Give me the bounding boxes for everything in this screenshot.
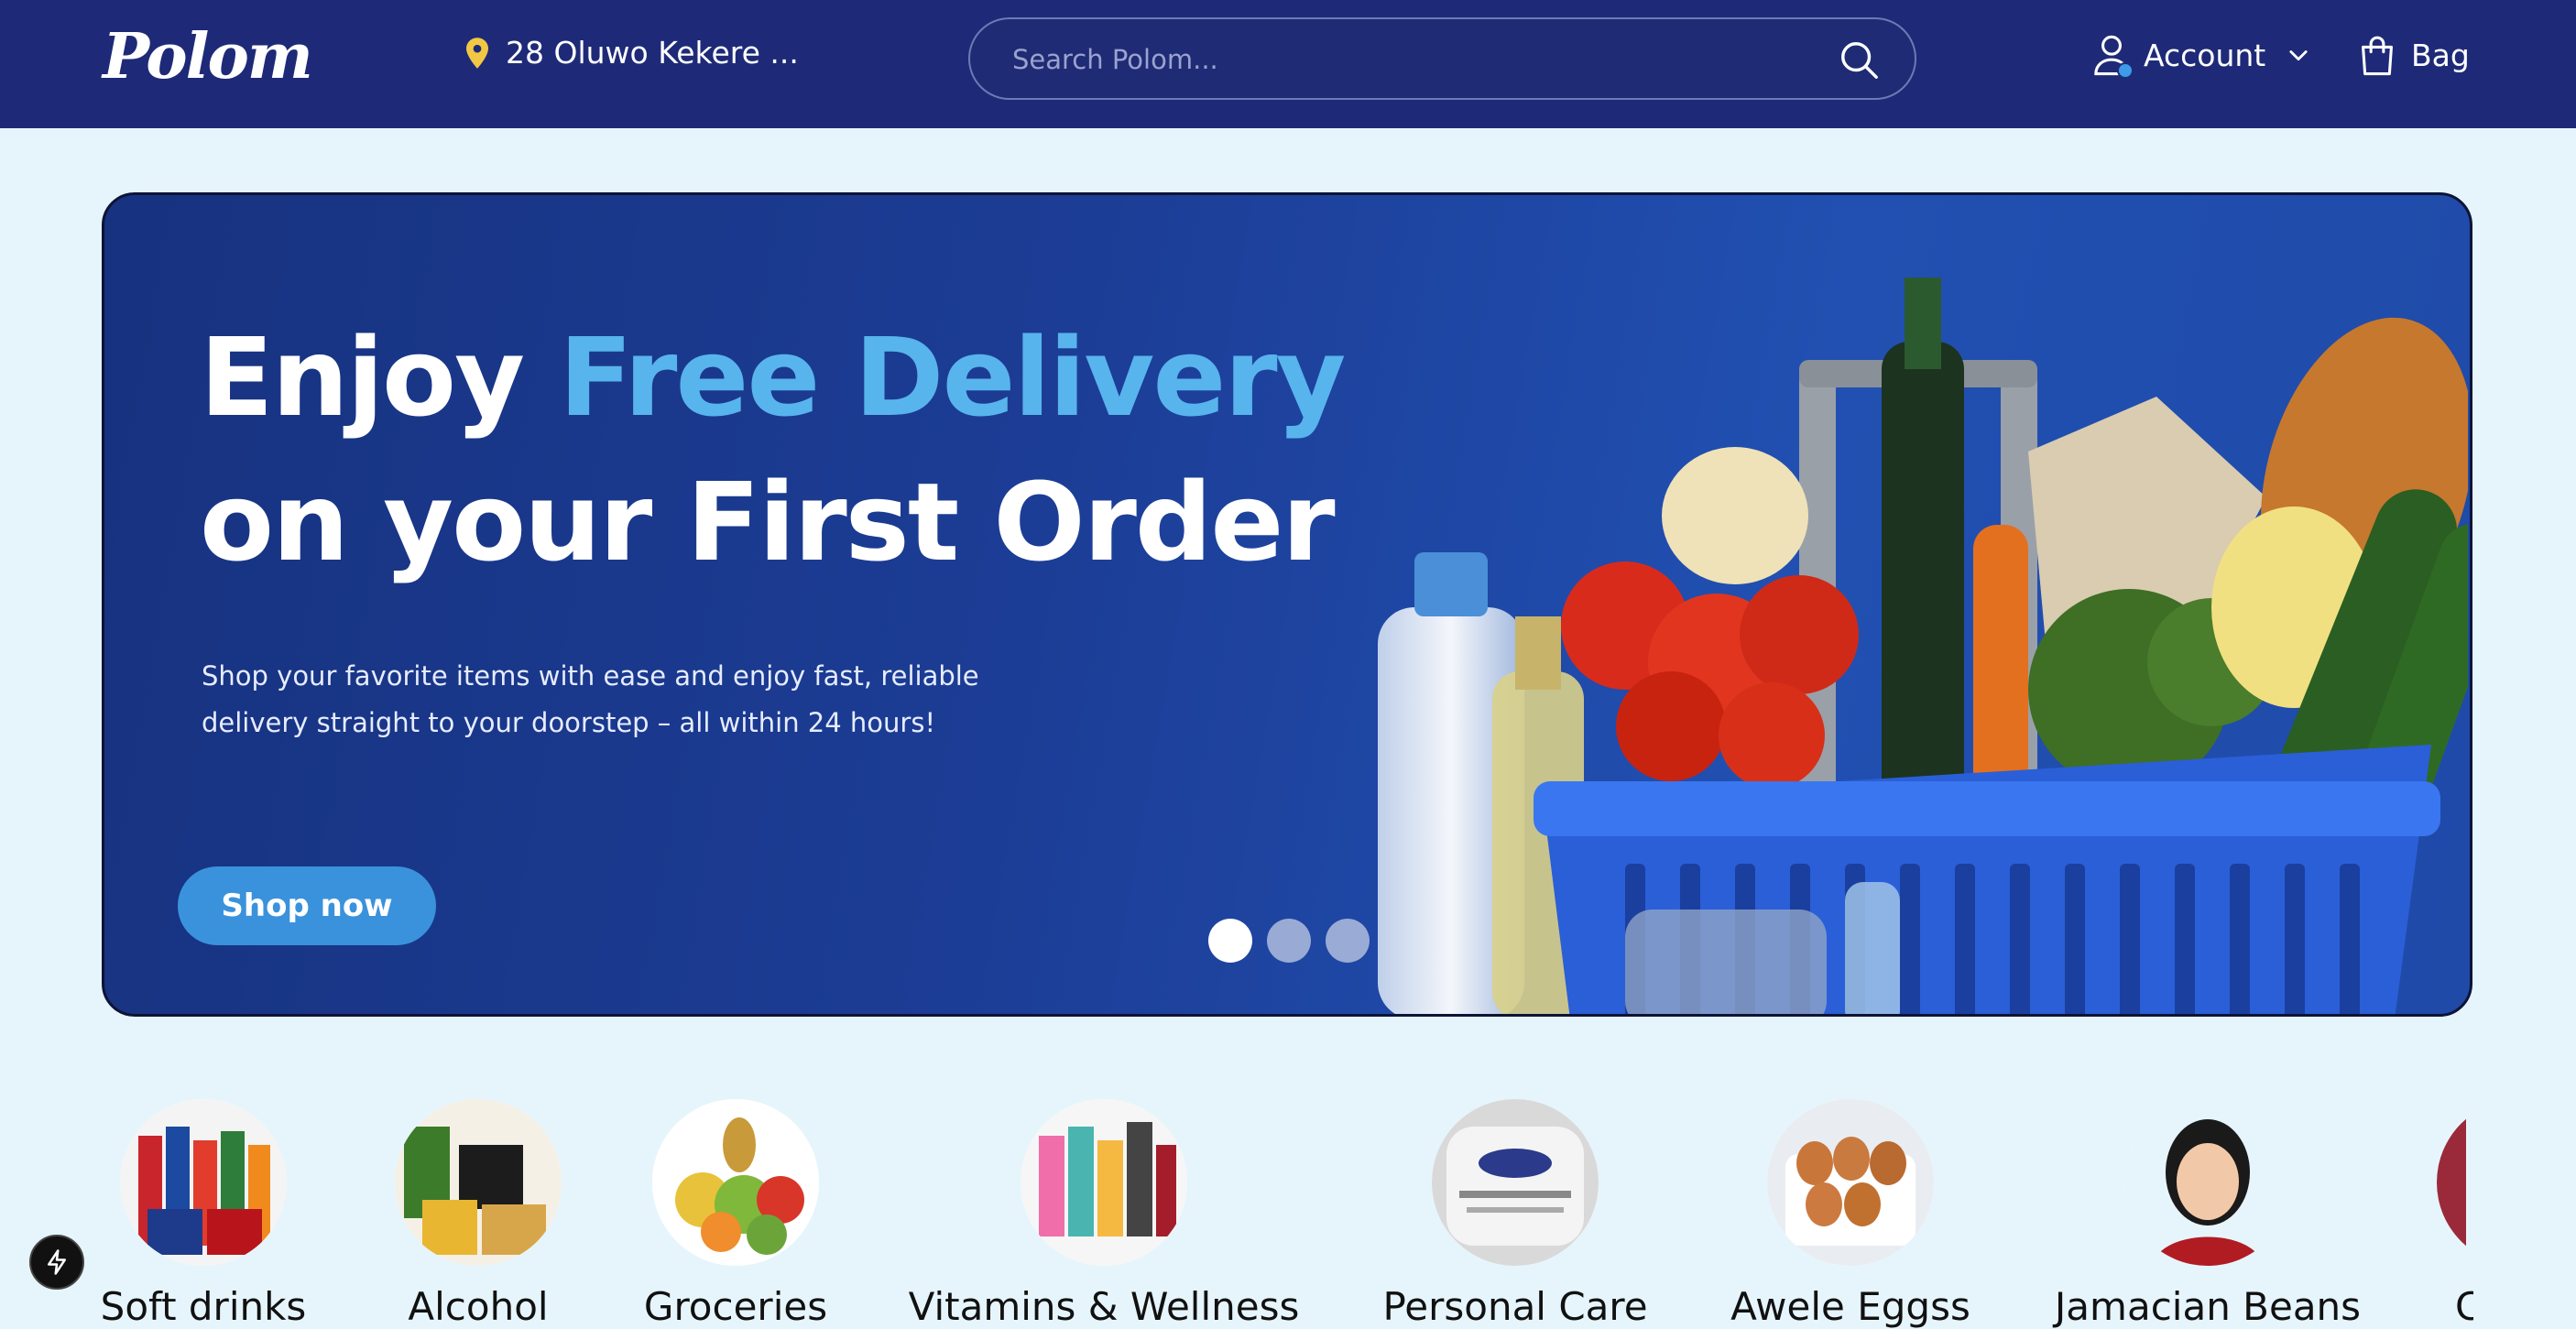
search-icon[interactable] — [1838, 38, 1880, 81]
hero-banner: Enjoy Free Delivery on your First Order … — [102, 192, 2472, 1017]
category-label: C — [2455, 1284, 2473, 1329]
top-navbar: Polom 28 Oluwo Kekere ... Account — [0, 0, 2576, 128]
hero-title-line2: on your First Order — [200, 459, 1336, 585]
category-groceries[interactable]: Groceries — [644, 1099, 827, 1329]
hero-title: Enjoy Free Delivery on your First Order — [200, 305, 1346, 594]
category-image — [1767, 1099, 1934, 1266]
bag-label: Bag — [2411, 37, 2470, 73]
category-label: Personal Care — [1382, 1284, 1648, 1329]
category-label: Awele Eggss — [1730, 1284, 1970, 1329]
category-image — [1432, 1099, 1599, 1266]
account-menu[interactable]: Account — [2092, 33, 2311, 79]
grocery-basket-image — [1378, 278, 2468, 1014]
category-label: Vitamins & Wellness — [908, 1284, 1300, 1329]
user-icon — [2092, 33, 2134, 79]
category-image — [1021, 1099, 1187, 1266]
category-label: Soft drinks — [100, 1284, 307, 1329]
search-input[interactable] — [1012, 39, 1818, 80]
hero-subtitle: Shop your favorite items with ease and e… — [202, 653, 1026, 746]
hero-subtitle-line2: delivery straight to your doorstep – all… — [202, 707, 936, 738]
carousel-dot-3[interactable] — [1326, 919, 1370, 963]
carousel-dot-2[interactable] — [1267, 919, 1311, 963]
location-pin-icon — [466, 37, 488, 69]
bag-button[interactable]: Bag — [2358, 33, 2470, 77]
category-soft-drinks[interactable]: Soft drinks — [101, 1099, 306, 1329]
account-label: Account — [2144, 37, 2266, 73]
quick-action-button[interactable] — [29, 1235, 84, 1290]
location-text: 28 Oluwo Kekere ... — [506, 35, 799, 71]
hero-title-accent: Free Delivery — [559, 314, 1346, 441]
hero-title-part1: Enjoy — [200, 314, 560, 441]
category-image — [395, 1099, 562, 1266]
category-image — [2124, 1099, 2291, 1266]
category-list: Soft drinks Alcohol Groceries Vitamins &… — [0, 1099, 2473, 1329]
delivery-location[interactable]: 28 Oluwo Kekere ... — [464, 35, 799, 71]
category-personal-care[interactable]: Personal Care — [1382, 1099, 1648, 1329]
bolt-icon — [48, 1249, 66, 1275]
category-label: Jamacian Beans — [2054, 1284, 2362, 1329]
category-jamacian-beans[interactable]: Jamacian Beans — [2052, 1099, 2363, 1329]
category-label: Groceries — [643, 1284, 828, 1329]
category-image — [652, 1099, 819, 1266]
category-image — [120, 1099, 287, 1266]
chevron-down-icon — [2289, 50, 2308, 61]
shop-now-button[interactable]: Shop now — [178, 866, 436, 945]
category-awele-eggss[interactable]: Awele Eggss — [1722, 1099, 1979, 1329]
category-label: Alcohol — [408, 1284, 549, 1329]
carousel-dot-1[interactable] — [1208, 919, 1252, 963]
carousel-dots — [1208, 919, 1370, 963]
search-bar — [968, 17, 1916, 100]
bag-icon — [2362, 36, 2393, 76]
hero-subtitle-line1: Shop your favorite items with ease and e… — [202, 660, 979, 692]
category-vitamins-wellness[interactable]: Vitamins & Wellness — [909, 1099, 1299, 1329]
scroll-edge — [2466, 1099, 2475, 1266]
logo[interactable]: Polom — [103, 20, 313, 93]
notification-dot — [2117, 62, 2134, 79]
category-alcohol[interactable]: Alcohol — [395, 1099, 562, 1329]
